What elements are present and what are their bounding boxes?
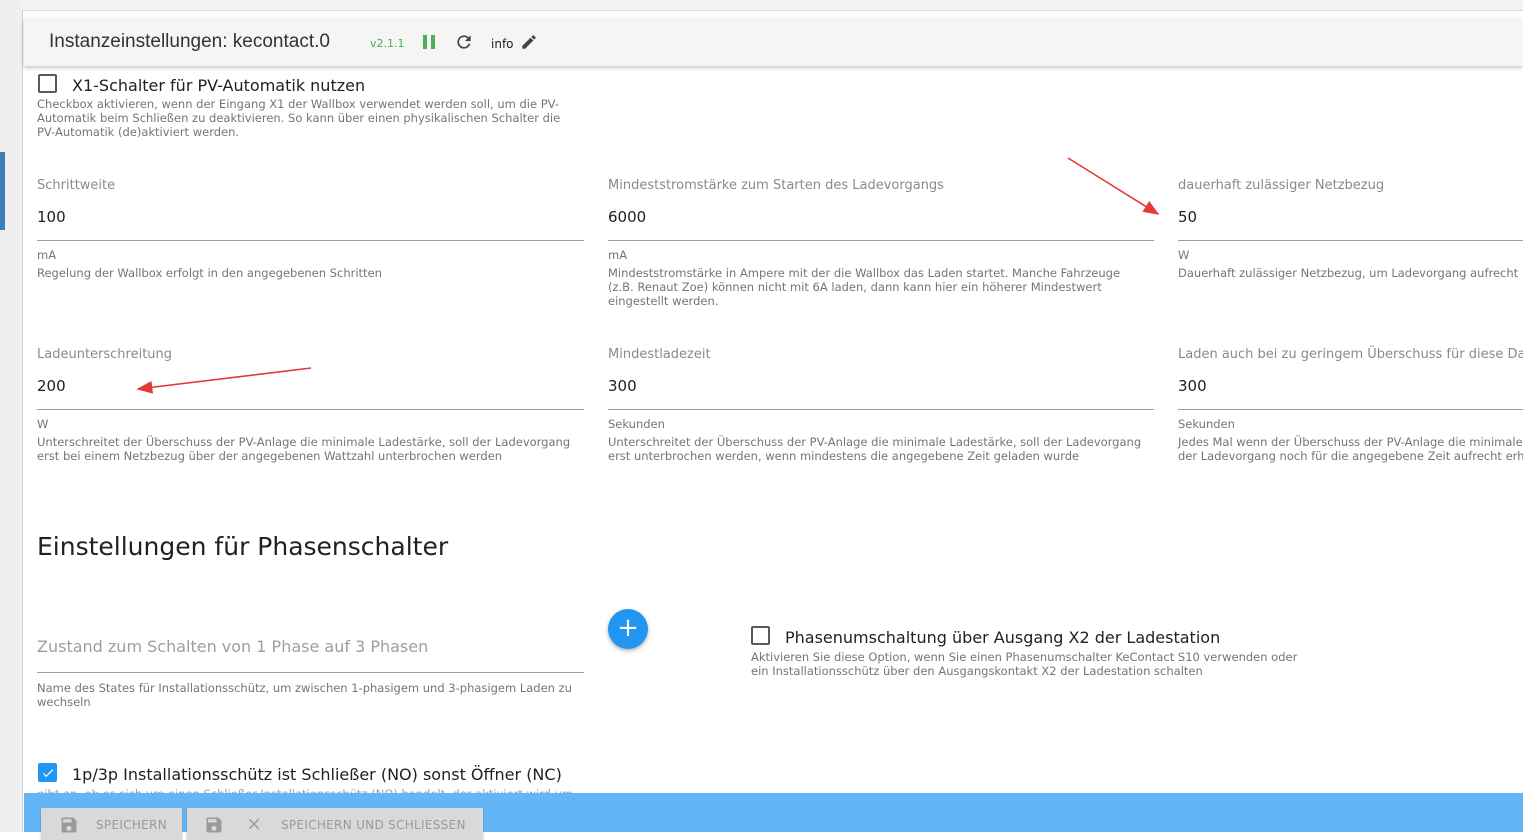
mindestladezeit-help: Unterschreitet der Überschuss der PV-Anl… [608, 435, 1142, 463]
netzbezug-underline [1178, 240, 1523, 241]
mindestladezeit-unit: Sekunden [608, 417, 665, 431]
mindeststrom-input[interactable]: 6000 [608, 208, 646, 226]
x1-switch-label: X1-Schalter für PV-Automatik nutzen [72, 76, 366, 95]
phase-state-help: Name des States für Installationsschütz,… [37, 681, 572, 709]
netzbezug-help: Dauerhaft zulässiger Netzbezug, um Ladev… [1178, 266, 1519, 280]
left-gutter [0, 0, 22, 832]
nachlauf-label: Laden auch bei zu geringem Überschuss fü… [1178, 347, 1523, 362]
bottom-action-bar: SPEICHERN SPEICHERN UND SCHLIESSEN [24, 793, 1523, 840]
left-accent-bar [0, 152, 5, 230]
ladeunterschreitung-input[interactable]: 200 [37, 377, 66, 395]
window-top-strip [0, 0, 1523, 11]
pause-icon[interactable] [423, 35, 437, 49]
reload-icon[interactable] [454, 32, 474, 52]
no-nc-switch-checkbox[interactable] [38, 763, 57, 782]
add-state-button[interactable]: + [608, 609, 648, 649]
edit-pencil-icon[interactable] [520, 33, 538, 51]
phase-state-underline [37, 672, 584, 673]
save-and-close-button[interactable]: SPEICHERN UND SCHLIESSEN [187, 808, 483, 840]
x2-switch-label: Phasenumschaltung über Ausgang X2 der La… [785, 628, 1221, 647]
netzbezug-input[interactable]: 50 [1178, 208, 1197, 226]
schrittweite-underline [37, 240, 584, 241]
nachlauf-unit: Sekunden [1178, 417, 1235, 431]
schrittweite-label: Schrittweite [37, 178, 116, 193]
nachlauf-underline [1178, 409, 1523, 410]
x2-switch-checkbox[interactable] [751, 626, 770, 645]
mindeststrom-help: Mindeststromstärke in Ampere mit der die… [608, 266, 1121, 308]
x1-switch-help: Checkbox aktivieren, wenn der Eingang X1… [37, 97, 561, 139]
ladeunterschreitung-unit: W [37, 417, 49, 431]
nachlauf-help: Jedes Mal wenn der Überschuss der PV-Anl… [1178, 435, 1523, 463]
instance-settings-header: Instanzeinstellungen: kecontact.0 v2.1.1… [24, 18, 1523, 66]
mindestladezeit-label: Mindestladezeit [608, 347, 711, 362]
mindestladezeit-input[interactable]: 300 [608, 377, 637, 395]
checkmark-icon [42, 769, 54, 778]
schrittweite-unit: mA [37, 248, 57, 262]
nachlauf-input[interactable]: 300 [1178, 377, 1207, 395]
schrittweite-help: Regelung der Wallbox erfolgt in den ange… [37, 266, 382, 280]
x1-switch-checkbox[interactable] [38, 74, 57, 93]
page-title: Instanzeinstellungen: kecontact.0 [49, 31, 330, 52]
floppy-disk-icon [206, 817, 222, 833]
x2-switch-help: Aktivieren Sie diese Option, wenn Sie ei… [751, 650, 1298, 678]
close-icon [248, 818, 260, 830]
version-badge: v2.1.1 [370, 37, 405, 50]
phase-state-input[interactable]: Zustand zum Schalten von 1 Phase auf 3 P… [37, 637, 428, 656]
ladeunterschreitung-label: Ladeunterschreitung [37, 347, 173, 362]
annotation-arrow-ladeunterschreitung [136, 367, 312, 394]
mindestladezeit-underline [608, 409, 1154, 410]
phase-section-title: Einstellungen für Phasenschalter [37, 532, 449, 561]
ladeunterschreitung-help: Unterschreitet der Überschuss der PV-Anl… [37, 435, 571, 463]
schrittweite-input[interactable]: 100 [37, 208, 66, 226]
ladeunterschreitung-underline [37, 409, 584, 410]
mindeststrom-unit: mA [608, 248, 628, 262]
mindeststrom-underline [608, 240, 1154, 241]
floppy-disk-icon [61, 817, 77, 833]
info-link[interactable]: info [491, 37, 514, 51]
left-divider [22, 10, 23, 832]
no-nc-switch-label: 1p/3p Installationsschütz ist Schließer … [72, 765, 562, 784]
annotation-arrow-netzbezug [1067, 157, 1160, 215]
mindeststrom-label: Mindeststromstärke zum Starten des Ladev… [608, 178, 944, 193]
save-button[interactable]: SPEICHERN [41, 808, 182, 840]
netzbezug-label: dauerhaft zulässiger Netzbezug [1178, 178, 1385, 193]
netzbezug-unit: W [1178, 248, 1190, 262]
